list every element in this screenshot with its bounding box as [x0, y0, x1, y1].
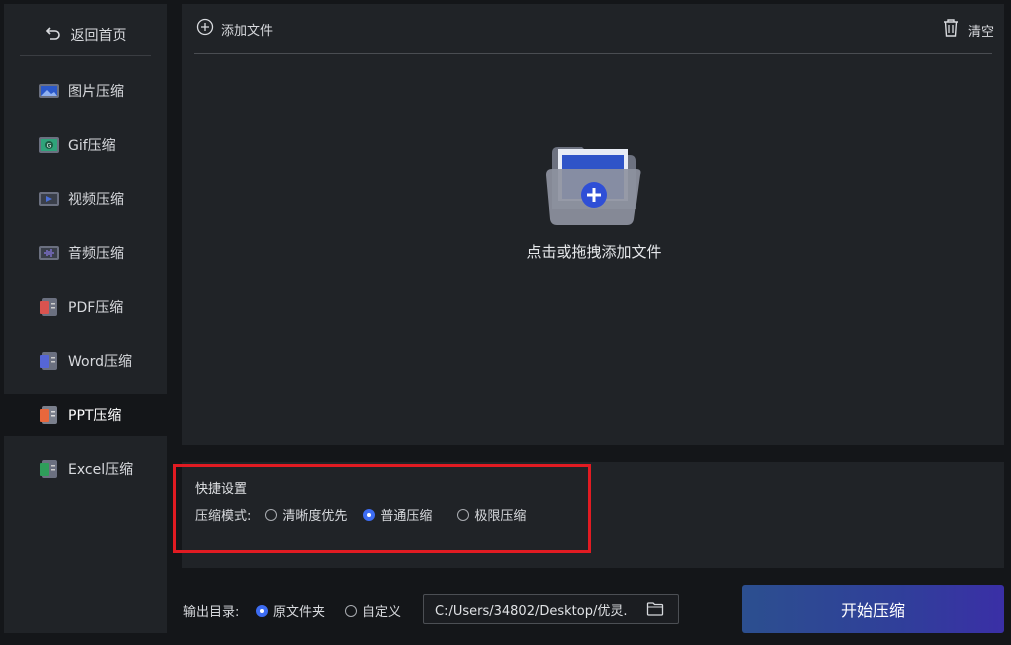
audio-compress-icon: [38, 243, 60, 263]
file-toolbar: 添加文件 清空: [194, 4, 994, 54]
folder-open-icon[interactable]: [646, 600, 664, 618]
output-option-original[interactable]: 原文件夹: [256, 601, 325, 620]
image-compress-icon: [38, 81, 60, 101]
sidebar-item-label: PDF压缩: [68, 300, 124, 316]
radio-checked-icon: [256, 604, 268, 617]
sidebar-item-label: 视频压缩: [68, 192, 124, 208]
sidebar-item-gif[interactable]: G Gif压缩: [4, 124, 167, 166]
ppt-compress-icon: [38, 405, 60, 425]
back-home-label: 返回首页: [70, 27, 127, 44]
sidebar-item-label: 音频压缩: [68, 246, 124, 262]
word-compress-icon: [38, 351, 60, 371]
sidebar-item-label: Gif压缩: [68, 138, 116, 154]
clear-button[interactable]: 清空: [942, 18, 994, 42]
sidebar-item-label: PPT压缩: [68, 408, 122, 424]
back-home-button[interactable]: 返回首页: [20, 14, 151, 56]
excel-compress-icon: [38, 459, 60, 479]
svg-text:G: G: [47, 143, 52, 150]
radio-unchecked-icon: [345, 604, 357, 617]
pdf-compress-icon: [38, 297, 60, 317]
sidebar-item-video[interactable]: 视频压缩: [4, 178, 167, 220]
add-file-button[interactable]: 添加文件: [196, 18, 273, 40]
start-compress-button[interactable]: 开始压缩: [742, 585, 1004, 633]
sidebar-item-image[interactable]: 图片压缩: [4, 70, 167, 112]
output-path-field[interactable]: C:/Users/34802/Desktop/优灵.: [423, 594, 679, 624]
sidebar-item-label: 图片压缩: [68, 84, 124, 100]
sidebar-item-label: Word压缩: [68, 354, 132, 370]
output-option-label: 自定义: [362, 605, 402, 620]
file-drop-panel: 添加文件 清空 点击或拖拽添加文件: [182, 4, 1004, 445]
sidebar: 返回首页 图片压缩 G Gif压缩 视频压缩 音频压缩 PDF压缩 Word压缩…: [4, 4, 167, 633]
highlight-annotation-box: [173, 464, 591, 553]
plus-circle-icon: [196, 18, 214, 40]
sidebar-item-audio[interactable]: 音频压缩: [4, 232, 167, 274]
sidebar-item-ppt[interactable]: PPT压缩: [4, 394, 167, 436]
video-compress-icon: [38, 189, 60, 209]
add-file-label: 添加文件: [221, 23, 274, 39]
undo-arrow-icon: [45, 25, 61, 45]
gif-compress-icon: G: [38, 135, 60, 155]
folder-add-icon: [542, 139, 646, 233]
sidebar-item-label: Excel压缩: [68, 462, 134, 478]
drop-hint-text: 点击或拖拽添加文件: [526, 243, 662, 261]
sidebar-item-word[interactable]: Word压缩: [4, 340, 167, 382]
output-path-text: C:/Users/34802/Desktop/优灵.: [435, 603, 628, 619]
output-dir-label: 输出目录:: [183, 605, 240, 620]
clear-label: 清空: [967, 24, 994, 40]
trash-icon: [942, 18, 960, 42]
sidebar-item-excel[interactable]: Excel压缩: [4, 448, 167, 490]
drop-zone[interactable]: 点击或拖拽添加文件: [482, 139, 706, 269]
output-option-custom[interactable]: 自定义: [345, 601, 401, 620]
sidebar-item-pdf[interactable]: PDF压缩: [4, 286, 167, 328]
output-option-label: 原文件夹: [273, 605, 326, 620]
